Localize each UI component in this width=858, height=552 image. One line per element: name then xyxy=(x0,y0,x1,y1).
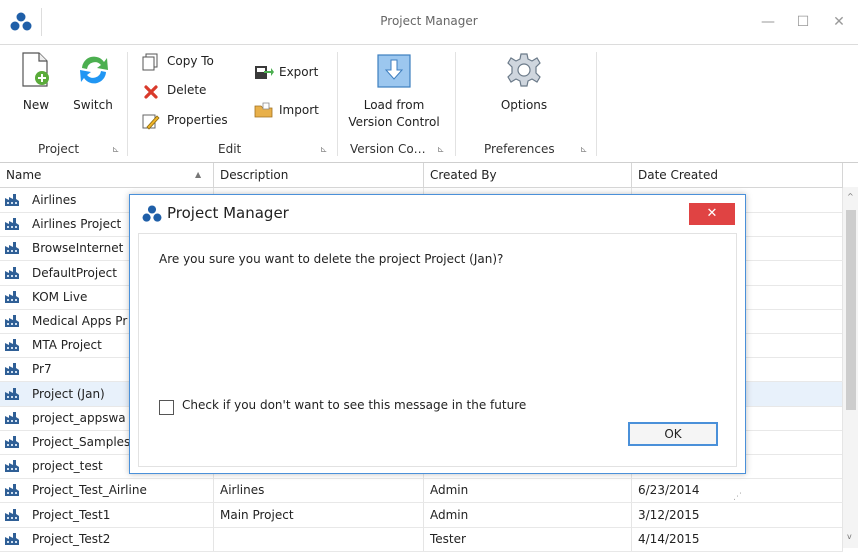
delete-x-icon xyxy=(144,85,158,99)
group-label-edit: Edit xyxy=(218,142,242,156)
load-from-version-control-button[interactable]: Load from Version Control xyxy=(344,52,444,132)
column-header-description[interactable]: Description xyxy=(214,163,424,187)
version-control-launcher-icon[interactable]: ⊾ xyxy=(437,145,445,155)
column-header-created-by[interactable]: Created By xyxy=(424,163,632,187)
cell-description xyxy=(214,526,424,551)
preferences-launcher-icon[interactable]: ⊾ xyxy=(580,145,588,155)
dont-show-again-checkbox[interactable] xyxy=(159,400,174,415)
project-factory-icon xyxy=(5,436,19,448)
properties-label: Properties xyxy=(167,113,228,127)
export-icon xyxy=(255,66,274,79)
cell-created-by: Admin xyxy=(424,478,632,503)
project-factory-icon xyxy=(5,532,19,545)
gear-icon xyxy=(507,53,541,87)
cell-name: Project_Test1 xyxy=(26,502,214,527)
title-bar: Project Manager — ☐ ✕ xyxy=(0,0,858,45)
project-factory-icon xyxy=(5,339,19,352)
import-label: Import xyxy=(279,103,319,117)
export-label: Export xyxy=(279,65,319,79)
maximize-button[interactable]: ☐ xyxy=(793,12,813,32)
table-row[interactable]: Project_Test1 Main Project Admin 3/12/2015 xyxy=(0,502,843,528)
project-factory-icon xyxy=(5,266,19,279)
grid-header: Name ▲ Description Created By Date Creat… xyxy=(0,163,858,188)
resize-grip-icon[interactable]: ⋰ xyxy=(733,492,742,502)
project-launcher-icon[interactable]: ⊾ xyxy=(112,145,120,155)
switch-arrows-icon xyxy=(80,56,108,84)
cell-date-created: 3/12/2015 xyxy=(632,502,843,527)
new-button[interactable]: New xyxy=(14,52,58,118)
minimize-button[interactable]: — xyxy=(758,12,778,32)
project-factory-icon xyxy=(5,315,19,327)
project-factory-icon xyxy=(5,484,19,497)
load-vc-label-line2: Version Control xyxy=(348,115,440,129)
project-factory-icon xyxy=(5,194,19,206)
cell-description: Main Project xyxy=(214,502,424,527)
cell-name: Project_Test2 xyxy=(26,526,214,551)
scroll-up-icon[interactable]: ^ xyxy=(847,192,854,201)
cell-description: Airlines xyxy=(214,478,424,503)
group-label-preferences: Preferences xyxy=(484,142,555,156)
project-factory-icon xyxy=(5,508,19,521)
project-factory-icon xyxy=(5,411,19,424)
options-button[interactable]: Options xyxy=(490,52,558,118)
dialog-body: Are you sure you want to delete the proj… xyxy=(138,233,742,502)
column-header-name[interactable]: Name ▲ xyxy=(0,163,214,187)
ok-button[interactable]: OK xyxy=(628,422,718,446)
project-factory-icon xyxy=(5,460,19,473)
table-row[interactable]: Project_Test_Airline Airlines Admin 6/23/20… xyxy=(0,478,843,504)
delete-label: Delete xyxy=(167,83,207,97)
cell-date-created: 4/14/2015 xyxy=(632,526,843,551)
switch-button[interactable]: Switch xyxy=(68,52,118,118)
scrollbar-thumb[interactable] xyxy=(846,210,856,410)
options-label: Options xyxy=(500,98,548,112)
copy-icon xyxy=(142,53,158,71)
project-factory-icon xyxy=(5,387,19,400)
switch-label: Switch xyxy=(73,98,113,112)
group-label-version-control: Version Co… xyxy=(350,142,426,156)
properties-pencil-icon xyxy=(142,114,160,130)
window-title: Project Manager xyxy=(380,14,478,28)
copy-to-label: Copy To xyxy=(167,54,214,68)
project-factory-icon xyxy=(5,363,19,376)
dont-show-again-label[interactable]: Check if you don't want to see this mess… xyxy=(182,398,526,412)
project-factory-icon xyxy=(5,242,19,255)
edit-launcher-icon[interactable]: ⊾ xyxy=(320,145,328,155)
cell-created-by: Tester xyxy=(424,526,632,551)
cell-name: Project_Test_Airline xyxy=(26,478,214,503)
delete-confirm-dialog: Project Manager ✕ Are you sure you want … xyxy=(129,194,746,502)
group-label-project: Project xyxy=(38,142,80,156)
close-window-button[interactable]: ✕ xyxy=(829,12,849,32)
dialog-title: Project Manager xyxy=(167,204,289,222)
scroll-down-icon[interactable]: v xyxy=(847,532,852,541)
dialog-logo-icon xyxy=(142,205,162,222)
column-header-date-created[interactable]: Date Created xyxy=(632,163,843,187)
dialog-message: Are you sure you want to delete the proj… xyxy=(159,252,504,266)
new-label: New xyxy=(22,98,50,112)
import-folder-icon xyxy=(254,102,273,118)
dialog-close-button[interactable]: ✕ xyxy=(689,203,735,225)
table-row[interactable]: Project_Test2 Tester 4/14/2015 xyxy=(0,526,843,552)
load-download-icon xyxy=(377,54,411,88)
project-factory-icon xyxy=(5,290,19,303)
load-vc-label-line1: Load from xyxy=(363,98,425,112)
new-document-icon xyxy=(22,52,49,87)
cell-created-by: Admin xyxy=(424,502,632,527)
project-factory-icon xyxy=(5,218,19,231)
sort-ascending-icon: ▲ xyxy=(195,170,202,179)
